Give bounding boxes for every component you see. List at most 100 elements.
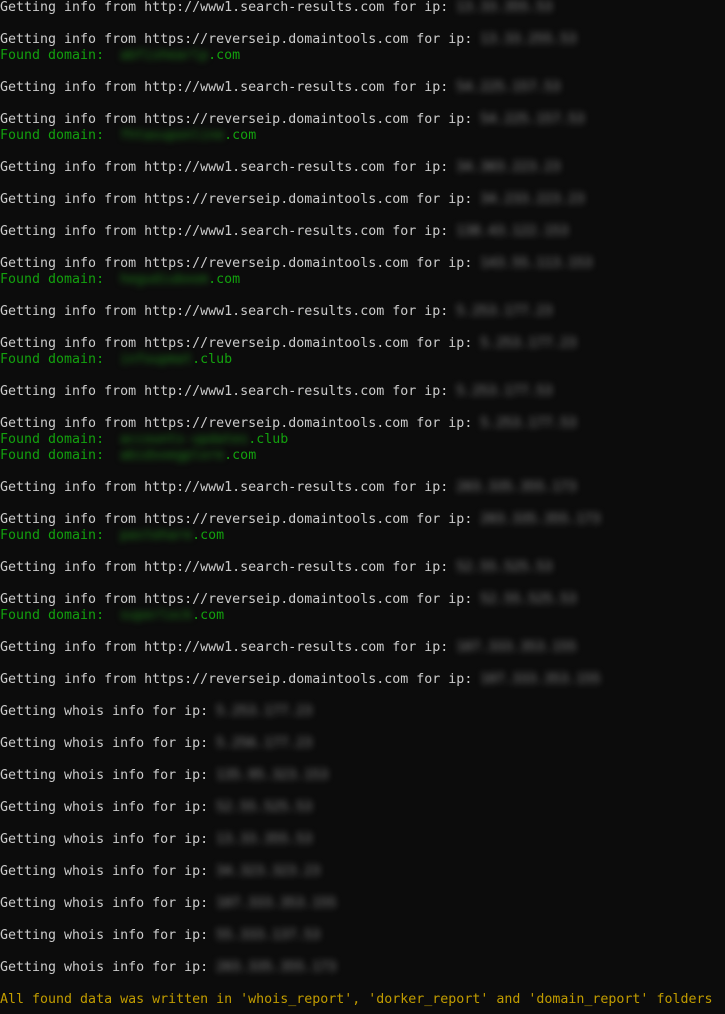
log-text: Getting info from https://reverseip.doma…: [0, 512, 481, 527]
log-line: Getting info from https://reverseip.doma…: [0, 192, 584, 208]
redacted-domain: abfishearlp: [120, 48, 209, 63]
log-text: Getting info from https://reverseip.doma…: [0, 416, 481, 431]
log-line: Getting info from https://reverseip.doma…: [0, 112, 584, 128]
found-domain-label: Found domain:: [0, 128, 121, 143]
completion-message: All found data was written in 'whois_rep…: [0, 992, 713, 1007]
domain-tld: .com: [224, 448, 257, 463]
log-line: Getting info from http://www1.search-res…: [0, 384, 552, 400]
redacted-ip: 34.323.323.23: [216, 864, 321, 879]
found-domain-line: Found domain: abidsoegplore.com: [0, 448, 256, 464]
log-line: Getting info from https://reverseip.doma…: [0, 416, 576, 432]
log-line: Getting whois info for ip: 203.335.355.1…: [0, 960, 336, 976]
found-domain-label: Found domain:: [0, 48, 121, 63]
log-line: Getting whois info for ip: 107.333.353.1…: [0, 896, 336, 912]
log-text: Getting info from http://www1.search-res…: [0, 224, 457, 239]
found-domain-line: Found domain: infoupmat.club: [0, 352, 232, 368]
found-domain-label: Found domain:: [0, 608, 121, 623]
log-line: Getting info from http://www1.search-res…: [0, 0, 552, 16]
redacted-ip: 107.333.353.155: [456, 640, 577, 655]
redacted-ip: 55.333.137.53: [216, 928, 321, 943]
redacted-ip: 138.43.122.153: [456, 224, 569, 239]
redacted-ip: 135.95.323.153: [216, 768, 329, 783]
redacted-ip: 203.335.355.173: [216, 960, 337, 975]
redacted-ip: 107.333.353.155: [216, 896, 337, 911]
redacted-ip: 54.225.157.53: [480, 112, 585, 127]
redacted-domain: infoupmat: [120, 352, 193, 367]
found-domain-label: Found domain:: [0, 448, 121, 463]
log-text: Getting info from https://reverseip.doma…: [0, 592, 481, 607]
found-domain-line: Found domain: accounts-updates.club: [0, 432, 288, 448]
found-domain-line: Found domain: hegudiuboom.com: [0, 272, 240, 288]
log-text: Getting info from http://www1.search-res…: [0, 160, 457, 175]
redacted-ip: 34.233.223.23: [480, 192, 585, 207]
log-line: Getting info from https://reverseip.doma…: [0, 32, 576, 48]
log-text: Getting info from https://reverseip.doma…: [0, 192, 481, 207]
log-line: Getting info from https://reverseip.doma…: [0, 672, 600, 688]
log-text: Getting info from https://reverseip.doma…: [0, 336, 481, 351]
redacted-ip: 13.33.355.53: [456, 0, 553, 15]
redacted-ip: 5.256.177.23: [216, 736, 313, 751]
log-text: Getting info from http://www1.search-res…: [0, 384, 457, 399]
domain-tld: .com: [224, 128, 257, 143]
found-domain-label: Found domain:: [0, 528, 121, 543]
log-text: Getting info from https://reverseip.doma…: [0, 672, 481, 687]
log-line: Getting info from https://reverseip.doma…: [0, 592, 576, 608]
log-text: Getting whois info for ip:: [0, 832, 217, 847]
found-domain-line: Found domain: superlock.com: [0, 608, 224, 624]
found-domain-line: Found domain: abfishearlp.com: [0, 48, 240, 64]
log-text: Getting info from https://reverseip.doma…: [0, 32, 481, 47]
log-line: Getting info from http://www1.search-res…: [0, 304, 552, 320]
redacted-ip: 203.335.355.173: [480, 512, 601, 527]
found-domain-line: Found domain: fhtasuponline.com: [0, 128, 256, 144]
log-line: Getting info from http://www1.search-res…: [0, 224, 568, 240]
log-line: Getting info from http://www1.search-res…: [0, 80, 560, 96]
log-line: Getting whois info for ip: 5.256.177.23: [0, 736, 312, 752]
domain-tld: .club: [192, 352, 233, 367]
redacted-ip: 13.33.355.53: [216, 832, 313, 847]
log-text: Getting whois info for ip:: [0, 736, 217, 751]
log-line: Getting info from https://reverseip.doma…: [0, 336, 576, 352]
redacted-ip: 13.33.255.53: [480, 32, 577, 47]
redacted-ip: 54.225.157.53: [456, 80, 561, 95]
redacted-ip: 52.55.525.53: [456, 560, 553, 575]
redacted-domain: abidsoegplore: [120, 448, 225, 463]
redacted-ip: 52.55.525.53: [480, 592, 577, 607]
domain-tld: .com: [192, 528, 225, 543]
redacted-ip: 5.253.177.53: [480, 416, 577, 431]
redacted-ip: 203.335.355.173: [456, 480, 577, 495]
found-domain-label: Found domain:: [0, 432, 121, 447]
log-text: Getting whois info for ip:: [0, 896, 217, 911]
redacted-ip: 5.253.177.23: [480, 336, 577, 351]
log-line: Getting info from http://www1.search-res…: [0, 160, 560, 176]
domain-tld: .club: [248, 432, 289, 447]
log-line: Getting info from https://reverseip.doma…: [0, 256, 592, 272]
log-line: Getting whois info for ip: 135.95.323.15…: [0, 768, 328, 784]
log-text: Getting whois info for ip:: [0, 704, 217, 719]
log-line: Getting whois info for ip: 13.33.355.53: [0, 832, 312, 848]
redacted-ip: 5.253.177.53: [456, 384, 553, 399]
redacted-ip: 34.303.223.23: [456, 160, 561, 175]
terminal-window[interactable]: Getting info from http://www1.search-res…: [0, 0, 725, 1014]
redacted-ip: 5.253.177.23: [216, 704, 313, 719]
found-domain-label: Found domain:: [0, 272, 121, 287]
redacted-ip: 107.333.353.155: [480, 672, 601, 687]
log-line: Getting info from https://reverseip.doma…: [0, 512, 600, 528]
log-line: Getting whois info for ip: 34.323.323.23: [0, 864, 320, 880]
domain-tld: .com: [208, 272, 241, 287]
log-line: Getting whois info for ip: 55.333.137.53: [0, 928, 320, 944]
redacted-domain: fhtasuponline: [120, 128, 225, 143]
found-domain-line: Found domain: pastehare.com: [0, 528, 224, 544]
redacted-domain: accounts-updates: [120, 432, 249, 447]
log-line: Getting info from http://www1.search-res…: [0, 640, 576, 656]
log-text: Getting info from http://www1.search-res…: [0, 0, 457, 15]
domain-tld: .com: [208, 48, 241, 63]
log-text: Getting info from http://www1.search-res…: [0, 304, 457, 319]
log-line: Getting info from http://www1.search-res…: [0, 480, 576, 496]
log-text: Getting info from http://www1.search-res…: [0, 480, 457, 495]
redacted-domain: superlock: [120, 608, 193, 623]
redacted-ip: 143.55.113.153: [480, 256, 593, 271]
log-text: Getting info from http://www1.search-res…: [0, 640, 457, 655]
log-text: Getting whois info for ip:: [0, 768, 217, 783]
log-text: Getting whois info for ip:: [0, 928, 217, 943]
log-text: Getting info from https://reverseip.doma…: [0, 112, 481, 127]
